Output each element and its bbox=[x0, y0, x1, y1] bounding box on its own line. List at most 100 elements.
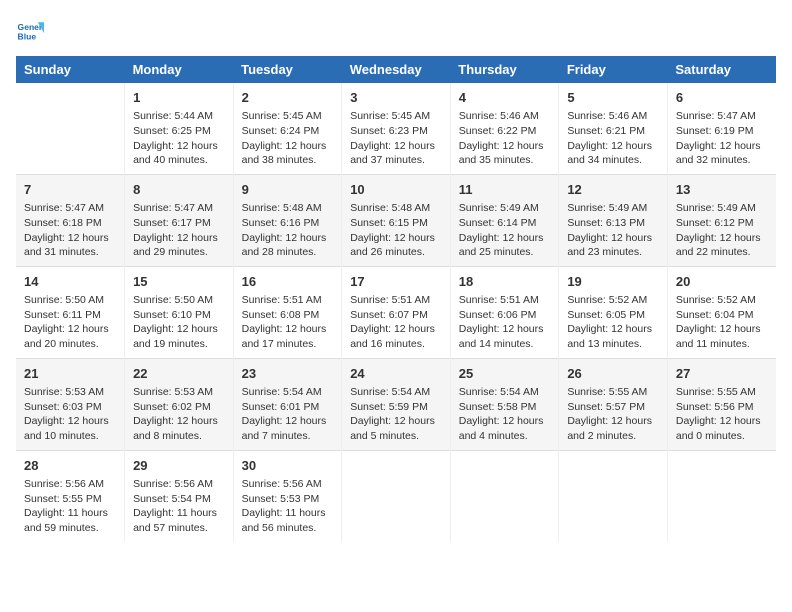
week-row-1: 1Sunrise: 5:44 AM Sunset: 6:25 PM Daylig… bbox=[16, 83, 776, 174]
day-cell: 25 Sunrise: 5:54 AM Sunset: 5:58 PM Dayli… bbox=[450, 358, 559, 450]
day-number: 7 bbox=[24, 181, 116, 199]
day-number: 22 bbox=[133, 365, 225, 383]
calendar-table: SundayMondayTuesdayWednesdayThursdayFrid… bbox=[16, 56, 776, 542]
day-number: 12 bbox=[567, 181, 659, 199]
day-number: 17 bbox=[350, 273, 442, 291]
day-info: Sunrise: 5:56 AM Sunset: 5:53 PM Dayligh… bbox=[242, 477, 334, 536]
day-cell: 27 Sunrise: 5:55 AM Sunset: 5:56 PM Dayli… bbox=[667, 358, 776, 450]
svg-text:Blue: Blue bbox=[18, 31, 37, 41]
day-number: 15 bbox=[133, 273, 225, 291]
day-number: 14 bbox=[24, 273, 116, 291]
day-info: Sunrise: 5:51 AM Sunset: 6:06 PM Dayligh… bbox=[459, 293, 551, 352]
day-number: 5 bbox=[567, 89, 659, 107]
day-number: 20 bbox=[676, 273, 768, 291]
day-header-wednesday: Wednesday bbox=[342, 56, 451, 83]
day-cell: 5 Sunrise: 5:46 AM Sunset: 6:21 PM Daylig… bbox=[559, 83, 668, 174]
day-cell: 16 Sunrise: 5:51 AM Sunset: 6:08 PM Dayli… bbox=[233, 266, 342, 358]
day-info: Sunrise: 5:51 AM Sunset: 6:07 PM Dayligh… bbox=[350, 293, 442, 352]
day-number: 2 bbox=[242, 89, 334, 107]
day-number: 25 bbox=[459, 365, 551, 383]
day-cell bbox=[667, 450, 776, 541]
day-cell: 14 Sunrise: 5:50 AM Sunset: 6:11 PM Dayli… bbox=[16, 266, 125, 358]
day-header-saturday: Saturday bbox=[667, 56, 776, 83]
day-cell: 7 Sunrise: 5:47 AM Sunset: 6:18 PM Daylig… bbox=[16, 174, 125, 266]
logo-icon: General Blue bbox=[16, 16, 44, 44]
day-cell: 8 Sunrise: 5:47 AM Sunset: 6:17 PM Daylig… bbox=[125, 174, 234, 266]
day-number: 30 bbox=[242, 457, 334, 475]
day-cell: 11 Sunrise: 5:49 AM Sunset: 6:14 PM Dayli… bbox=[450, 174, 559, 266]
day-info: Sunrise: 5:53 AM Sunset: 6:03 PM Dayligh… bbox=[24, 385, 116, 444]
day-cell: 21 Sunrise: 5:53 AM Sunset: 6:03 PM Dayli… bbox=[16, 358, 125, 450]
day-info: Sunrise: 5:45 AM Sunset: 6:24 PM Dayligh… bbox=[242, 109, 334, 168]
days-header-row: SundayMondayTuesdayWednesdayThursdayFrid… bbox=[16, 56, 776, 83]
day-info: Sunrise: 5:51 AM Sunset: 6:08 PM Dayligh… bbox=[242, 293, 334, 352]
day-number: 13 bbox=[676, 181, 768, 199]
day-info: Sunrise: 5:52 AM Sunset: 6:05 PM Dayligh… bbox=[567, 293, 659, 352]
logo: General Blue bbox=[16, 16, 48, 44]
day-number: 6 bbox=[676, 89, 768, 107]
day-cell bbox=[342, 450, 451, 541]
day-number: 3 bbox=[350, 89, 442, 107]
day-cell: 1Sunrise: 5:44 AM Sunset: 6:25 PM Daylig… bbox=[125, 83, 234, 174]
day-cell: 28Sunrise: 5:56 AM Sunset: 5:55 PM Dayli… bbox=[16, 450, 125, 541]
day-header-tuesday: Tuesday bbox=[233, 56, 342, 83]
day-info: Sunrise: 5:56 AM Sunset: 5:54 PM Dayligh… bbox=[133, 477, 225, 536]
day-info: Sunrise: 5:55 AM Sunset: 5:56 PM Dayligh… bbox=[676, 385, 768, 444]
day-info: Sunrise: 5:55 AM Sunset: 5:57 PM Dayligh… bbox=[567, 385, 659, 444]
day-info: Sunrise: 5:48 AM Sunset: 6:16 PM Dayligh… bbox=[242, 201, 334, 260]
day-cell: 13 Sunrise: 5:49 AM Sunset: 6:12 PM Dayli… bbox=[667, 174, 776, 266]
day-info: Sunrise: 5:47 AM Sunset: 6:19 PM Dayligh… bbox=[676, 109, 768, 168]
day-cell bbox=[16, 83, 125, 174]
week-row-2: 7 Sunrise: 5:47 AM Sunset: 6:18 PM Daylig… bbox=[16, 174, 776, 266]
day-info: Sunrise: 5:47 AM Sunset: 6:17 PM Dayligh… bbox=[133, 201, 225, 260]
day-info: Sunrise: 5:54 AM Sunset: 5:59 PM Dayligh… bbox=[350, 385, 442, 444]
day-number: 4 bbox=[459, 89, 551, 107]
day-header-friday: Friday bbox=[559, 56, 668, 83]
day-cell: 24 Sunrise: 5:54 AM Sunset: 5:59 PM Dayli… bbox=[342, 358, 451, 450]
day-info: Sunrise: 5:56 AM Sunset: 5:55 PM Dayligh… bbox=[24, 477, 116, 536]
day-info: Sunrise: 5:49 AM Sunset: 6:12 PM Dayligh… bbox=[676, 201, 768, 260]
day-info: Sunrise: 5:49 AM Sunset: 6:13 PM Dayligh… bbox=[567, 201, 659, 260]
day-info: Sunrise: 5:53 AM Sunset: 6:02 PM Dayligh… bbox=[133, 385, 225, 444]
day-number: 19 bbox=[567, 273, 659, 291]
day-number: 29 bbox=[133, 457, 225, 475]
day-cell: 15 Sunrise: 5:50 AM Sunset: 6:10 PM Dayli… bbox=[125, 266, 234, 358]
day-cell: 6 Sunrise: 5:47 AM Sunset: 6:19 PM Daylig… bbox=[667, 83, 776, 174]
day-number: 10 bbox=[350, 181, 442, 199]
page-header: General Blue bbox=[16, 16, 776, 44]
day-number: 18 bbox=[459, 273, 551, 291]
day-cell: 9 Sunrise: 5:48 AM Sunset: 6:16 PM Daylig… bbox=[233, 174, 342, 266]
day-number: 27 bbox=[676, 365, 768, 383]
day-info: Sunrise: 5:54 AM Sunset: 5:58 PM Dayligh… bbox=[459, 385, 551, 444]
week-row-5: 28Sunrise: 5:56 AM Sunset: 5:55 PM Dayli… bbox=[16, 450, 776, 541]
day-cell: 2 Sunrise: 5:45 AM Sunset: 6:24 PM Daylig… bbox=[233, 83, 342, 174]
day-info: Sunrise: 5:50 AM Sunset: 6:11 PM Dayligh… bbox=[24, 293, 116, 352]
day-number: 24 bbox=[350, 365, 442, 383]
day-number: 16 bbox=[242, 273, 334, 291]
day-header-thursday: Thursday bbox=[450, 56, 559, 83]
day-info: Sunrise: 5:47 AM Sunset: 6:18 PM Dayligh… bbox=[24, 201, 116, 260]
day-cell bbox=[559, 450, 668, 541]
week-row-4: 21 Sunrise: 5:53 AM Sunset: 6:03 PM Dayli… bbox=[16, 358, 776, 450]
day-number: 11 bbox=[459, 181, 551, 199]
day-number: 26 bbox=[567, 365, 659, 383]
day-info: Sunrise: 5:49 AM Sunset: 6:14 PM Dayligh… bbox=[459, 201, 551, 260]
day-info: Sunrise: 5:44 AM Sunset: 6:25 PM Dayligh… bbox=[133, 109, 225, 168]
day-cell: 20Sunrise: 5:52 AM Sunset: 6:04 PM Dayli… bbox=[667, 266, 776, 358]
day-number: 9 bbox=[242, 181, 334, 199]
day-cell: 3 Sunrise: 5:45 AM Sunset: 6:23 PM Daylig… bbox=[342, 83, 451, 174]
day-cell: 17 Sunrise: 5:51 AM Sunset: 6:07 PM Dayli… bbox=[342, 266, 451, 358]
day-cell bbox=[450, 450, 559, 541]
day-header-monday: Monday bbox=[125, 56, 234, 83]
day-info: Sunrise: 5:48 AM Sunset: 6:15 PM Dayligh… bbox=[350, 201, 442, 260]
day-cell: 10 Sunrise: 5:48 AM Sunset: 6:15 PM Dayli… bbox=[342, 174, 451, 266]
day-cell: 22 Sunrise: 5:53 AM Sunset: 6:02 PM Dayli… bbox=[125, 358, 234, 450]
day-number: 8 bbox=[133, 181, 225, 199]
day-number: 21 bbox=[24, 365, 116, 383]
day-info: Sunrise: 5:50 AM Sunset: 6:10 PM Dayligh… bbox=[133, 293, 225, 352]
week-row-3: 14 Sunrise: 5:50 AM Sunset: 6:11 PM Dayli… bbox=[16, 266, 776, 358]
day-info: Sunrise: 5:46 AM Sunset: 6:21 PM Dayligh… bbox=[567, 109, 659, 168]
day-number: 23 bbox=[242, 365, 334, 383]
day-info: Sunrise: 5:45 AM Sunset: 6:23 PM Dayligh… bbox=[350, 109, 442, 168]
day-header-sunday: Sunday bbox=[16, 56, 125, 83]
